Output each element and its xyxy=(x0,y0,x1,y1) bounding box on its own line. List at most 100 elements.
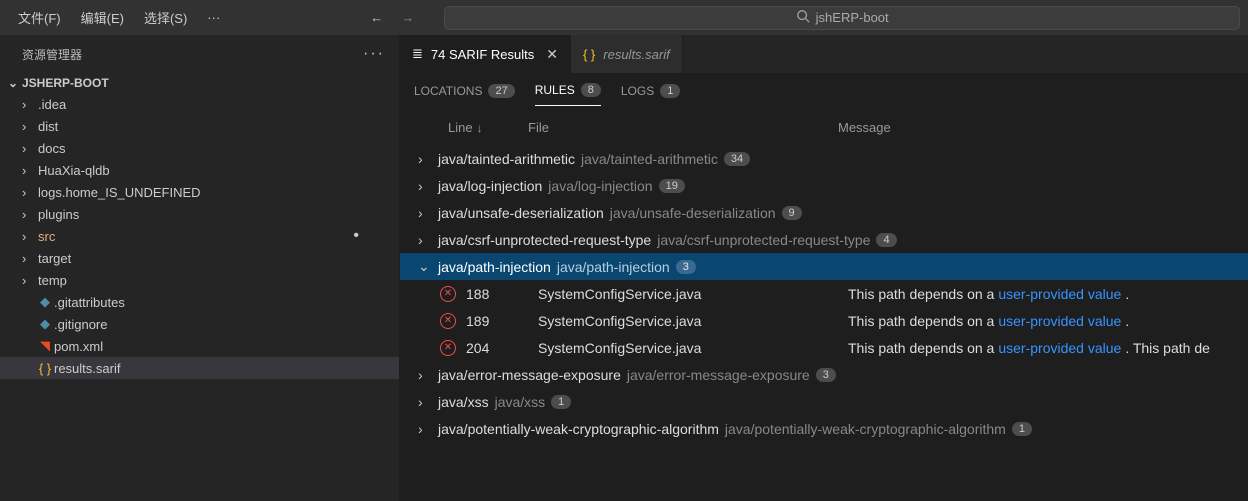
chevron-right-icon: › xyxy=(22,207,36,222)
menu-edit[interactable]: 编辑(E) xyxy=(71,4,134,31)
chevron-right-icon: › xyxy=(22,163,36,178)
search-input[interactable]: jshERP-boot xyxy=(444,6,1240,30)
nav-forward-icon[interactable]: → xyxy=(401,10,414,25)
menu-more[interactable]: ··· xyxy=(197,6,230,29)
git-icon: ◆ xyxy=(36,294,54,310)
rules-count: 8 xyxy=(581,83,601,97)
json-icon: { } xyxy=(583,47,595,62)
file-results-sarif[interactable]: { }results.sarif xyxy=(0,357,399,379)
xml-icon: ◥ xyxy=(36,338,54,354)
rule-name: java/xss xyxy=(438,394,489,410)
rule-row[interactable]: ›java/xssjava/xss1 xyxy=(400,388,1248,415)
folder-temp[interactable]: ›temp xyxy=(0,269,399,291)
message-link[interactable]: user-provided value xyxy=(998,313,1121,329)
result-row[interactable]: ✕188SystemConfigService.javaThis path de… xyxy=(400,280,1248,307)
result-line: 204 xyxy=(466,340,538,356)
result-line: 189 xyxy=(466,313,538,329)
message-link[interactable]: user-provided value xyxy=(998,340,1121,356)
chevron-right-icon: › xyxy=(22,97,36,112)
folder-target[interactable]: ›target xyxy=(0,247,399,269)
result-row[interactable]: ✕204SystemConfigService.javaThis path de… xyxy=(400,334,1248,361)
tabs: ≣ 74 SARIF Results ✕ { } results.sarif xyxy=(400,35,1248,73)
rule-path: java/path-injection xyxy=(557,259,670,275)
rule-count: 19 xyxy=(659,179,685,193)
tab-results-sarif[interactable]: { } results.sarif xyxy=(571,35,683,73)
sidebar: 资源管理器 ··· ⌄ JSHERP-BOOT ›.idea ›dist ›do… xyxy=(0,35,400,501)
nav-back-icon[interactable]: ← xyxy=(370,10,383,25)
sort-down-icon: ↓ xyxy=(477,121,483,135)
menu-file[interactable]: 文件(F) xyxy=(8,4,71,31)
project-root[interactable]: ⌄ JSHERP-BOOT xyxy=(0,73,399,93)
rule-count: 3 xyxy=(816,368,836,382)
rule-path: java/unsafe-deserialization xyxy=(610,205,776,221)
folder-src[interactable]: ›src• xyxy=(0,225,399,247)
json-icon: { } xyxy=(36,361,54,376)
rule-name: java/path-injection xyxy=(438,259,551,275)
chevron-right-icon: › xyxy=(22,251,36,266)
chevron-down-icon: ⌄ xyxy=(8,76,22,90)
folder-docs[interactable]: ›docs xyxy=(0,137,399,159)
sidebar-title: 资源管理器 xyxy=(22,46,82,63)
rule-name: java/log-injection xyxy=(438,178,542,194)
rule-row[interactable]: › java/log-injection java/log-injection 19 xyxy=(400,172,1248,199)
chevron-right-icon: › xyxy=(22,273,36,288)
subtab-locations[interactable]: LOCATIONS 27 xyxy=(414,84,515,106)
search-text: jshERP-boot xyxy=(816,10,889,25)
file-tree: ›.idea ›dist ›docs ›HuaXia-qldb ›logs.ho… xyxy=(0,93,399,379)
menu-select[interactable]: 选择(S) xyxy=(134,4,197,31)
chevron-icon: › xyxy=(418,205,432,221)
result-file: SystemConfigService.java xyxy=(538,313,848,329)
subtab-rules[interactable]: RULES 8 xyxy=(535,83,601,106)
rule-name: java/unsafe-deserialization xyxy=(438,205,604,221)
chevron-right-icon: › xyxy=(22,185,36,200)
rule-row[interactable]: › java/tainted-arithmetic java/tainted-ari… xyxy=(400,145,1248,172)
rule-row[interactable]: › java/error-message-exposure java/error-m… xyxy=(400,361,1248,388)
sidebar-more-icon[interactable]: ··· xyxy=(363,45,385,63)
header-line[interactable]: Line↓ xyxy=(448,120,528,135)
list-icon: ≣ xyxy=(412,46,423,62)
folder-dist[interactable]: ›dist xyxy=(0,115,399,137)
folder-plugins[interactable]: ›plugins xyxy=(0,203,399,225)
rule-path: java/xss xyxy=(495,394,546,410)
chevron-right-icon: › xyxy=(22,141,36,156)
rule-row[interactable]: ›java/potentially-weak-cryptographic-alg… xyxy=(400,415,1248,442)
subtab-logs[interactable]: LOGS 1 xyxy=(621,84,680,106)
locations-count: 27 xyxy=(488,84,514,98)
rule-name: java/potentially-weak-cryptographic-algo… xyxy=(438,421,719,437)
rule-path: java/log-injection xyxy=(548,178,652,194)
folder-idea[interactable]: ›.idea xyxy=(0,93,399,115)
result-file: SystemConfigService.java xyxy=(538,286,848,302)
chevron-icon: › xyxy=(418,178,432,194)
close-icon[interactable]: ✕ xyxy=(546,46,558,63)
header-file[interactable]: File xyxy=(528,120,838,135)
logs-count: 1 xyxy=(660,84,680,98)
message-link[interactable]: user-provided value xyxy=(998,286,1121,302)
chevron-right-icon: › xyxy=(22,119,36,134)
rule-row[interactable]: › java/unsafe-deserialization java/unsafe-… xyxy=(400,199,1248,226)
rule-name: java/tainted-arithmetic xyxy=(438,151,575,167)
chevron-icon: › xyxy=(418,367,432,383)
folder-huaxia[interactable]: ›HuaXia-qldb xyxy=(0,159,399,181)
rule-count: 1 xyxy=(551,395,571,409)
file-pom[interactable]: ◥pom.xml xyxy=(0,335,399,357)
header-message[interactable]: Message xyxy=(838,120,1248,135)
rule-count: 34 xyxy=(724,152,750,166)
rule-count: 9 xyxy=(782,206,802,220)
file-gitignore[interactable]: ◆.gitignore xyxy=(0,313,399,335)
file-gitattributes[interactable]: ◆.gitattributes xyxy=(0,291,399,313)
rule-row[interactable]: ›java/csrf-unprotected-request-typejava/… xyxy=(400,226,1248,253)
folder-logs[interactable]: ›logs.home_IS_UNDEFINED xyxy=(0,181,399,203)
rule-path: java/error-message-exposure xyxy=(627,367,810,383)
rule-path: java/tainted-arithmetic xyxy=(581,151,718,167)
result-row[interactable]: ✕189SystemConfigService.javaThis path de… xyxy=(400,307,1248,334)
result-message: This path depends on a user-provided val… xyxy=(848,340,1210,356)
rule-path: java/csrf-unprotected-request-type xyxy=(657,232,870,248)
tab-sarif-results[interactable]: ≣ 74 SARIF Results ✕ xyxy=(400,35,571,73)
rule-row[interactable]: ⌄java/path-injectionjava/path-injection3 xyxy=(400,253,1248,280)
chevron-icon: › xyxy=(418,151,432,167)
error-icon: ✕ xyxy=(440,286,456,302)
rule-count: 1 xyxy=(1012,422,1032,436)
rule-name: java/csrf-unprotected-request-type xyxy=(438,232,651,248)
rule-name: java/error-message-exposure xyxy=(438,367,621,383)
result-message: This path depends on a user-provided val… xyxy=(848,286,1129,302)
